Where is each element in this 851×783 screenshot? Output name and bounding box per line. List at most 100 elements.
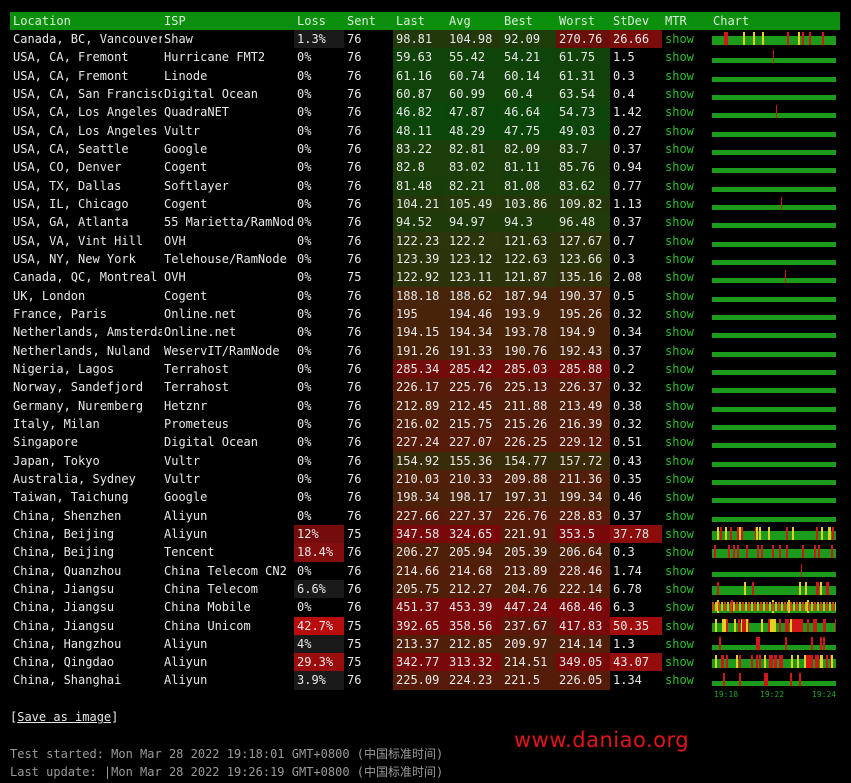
mtr-show-link[interactable]: show	[662, 397, 710, 415]
header-last[interactable]: Last	[393, 12, 446, 30]
cell-avg: 225.76	[446, 378, 501, 397]
cell-best: 204.76	[501, 579, 556, 599]
mtr-show-link[interactable]: show	[662, 342, 710, 360]
table-row: China, Hangzhou Aliyun 4% 75 213.37 212.85 209…	[10, 634, 840, 654]
header-loss[interactable]: Loss	[294, 12, 344, 30]
mtr-show-link[interactable]: show	[662, 470, 710, 488]
cell-best: 215.26	[501, 414, 556, 434]
mtr-show-link[interactable]: show	[662, 287, 710, 305]
cell-stdev: 0.32	[613, 380, 642, 395]
cell-last: 83.22	[393, 139, 446, 159]
mtr-show-link[interactable]: show	[662, 671, 710, 689]
latency-chart	[710, 580, 840, 598]
mtr-show-link[interactable]: show	[662, 525, 710, 543]
mtr-show-link[interactable]: show	[662, 48, 710, 66]
header-sent[interactable]: Sent	[344, 12, 393, 30]
cell-sent: 76	[347, 123, 362, 138]
mtr-show-link[interactable]: show	[662, 323, 710, 341]
cell-last: 214.66	[393, 561, 446, 580]
table-row: USA, IL, Chicago Cogent 0% 76 104.21 105.49 10…	[10, 194, 840, 214]
cell-worst: 226.05	[556, 671, 610, 690]
cell-best: 225.13	[501, 378, 556, 397]
header-isp[interactable]: ISP	[161, 12, 293, 30]
table-row: China, Beijing Aliyun 12% 75 347.58 324.65 221…	[10, 524, 840, 544]
mtr-show-link[interactable]: show	[662, 122, 710, 140]
mtr-show-link[interactable]: show	[662, 250, 710, 268]
mtr-show-link[interactable]: show	[662, 195, 710, 213]
mtr-show-link[interactable]: show	[662, 598, 710, 616]
cell-avg: 94.97	[446, 213, 501, 232]
header-avg[interactable]: Avg	[446, 12, 501, 30]
cell-isp: China Telecom CN2	[164, 563, 287, 578]
mtr-show-link[interactable]: show	[662, 232, 710, 250]
mtr-show-link[interactable]: show	[662, 562, 710, 580]
cell-isp: QuadraNET	[164, 105, 230, 120]
mtr-show-link[interactable]: show	[662, 433, 710, 451]
cell-avg: 224.23	[446, 671, 501, 690]
cell-loss: 0%	[297, 270, 312, 285]
table-row: China, Shanghai Aliyun 3.9% 76 225.09 224.23 2…	[10, 671, 840, 690]
cell-loss: 0%	[297, 380, 312, 395]
mtr-show-link[interactable]: show	[662, 507, 710, 525]
save-as-image-link[interactable]: [Save as image]	[10, 710, 118, 724]
cell-best: 209.88	[501, 469, 556, 489]
mtr-show-link[interactable]: show	[662, 67, 710, 85]
latency-chart	[710, 525, 840, 543]
cell-last: 342.77	[393, 653, 446, 672]
cell-last: 347.58	[393, 524, 446, 544]
table-row: USA, TX, Dallas Softlayer 0% 76 81.48 82.21 81…	[10, 176, 840, 195]
cell-worst: 190.37	[556, 286, 610, 305]
mtr-show-link[interactable]: show	[662, 378, 710, 396]
mtr-show-link[interactable]: show	[662, 268, 710, 286]
mtr-show-link[interactable]: show	[662, 580, 710, 598]
header-location[interactable]: Location	[10, 12, 162, 30]
mtr-show-link[interactable]: show	[662, 158, 710, 176]
mtr-show-link[interactable]: show	[662, 635, 710, 653]
mtr-show-link[interactable]: show	[662, 103, 710, 121]
latency-chart	[710, 85, 840, 103]
cell-last: 227.24	[393, 433, 446, 452]
mtr-show-link[interactable]: show	[662, 85, 710, 103]
cell-sent: 75	[347, 618, 362, 633]
header-best[interactable]: Best	[501, 12, 556, 30]
mtr-show-link[interactable]: show	[662, 140, 710, 158]
mtr-show-link[interactable]: show	[662, 177, 710, 195]
latency-chart	[710, 470, 840, 488]
table-row: USA, VA, Vint Hill OVH 0% 76 122.23 122.2 121.…	[10, 231, 840, 250]
cell-sent: 76	[347, 196, 362, 211]
cell-loss: 0%	[297, 50, 312, 65]
cell-best: 94.3	[501, 213, 556, 232]
mtr-show-link[interactable]: show	[662, 415, 710, 433]
mtr-show-link[interactable]: show	[662, 488, 710, 506]
latency-chart	[710, 323, 840, 341]
cell-worst: 83.62	[556, 176, 610, 195]
cell-isp: Aliyun	[164, 526, 208, 541]
mtr-show-link[interactable]: show	[662, 543, 710, 561]
cell-location: Nigeria, Lagos	[13, 361, 115, 376]
cell-stdev: 1.42	[613, 105, 642, 120]
header-worst[interactable]: Worst	[556, 12, 610, 30]
cell-best: 237.67	[501, 616, 556, 635]
cell-loss: 0%	[297, 251, 312, 266]
header-stdev[interactable]: StDev	[610, 12, 662, 30]
mtr-show-link[interactable]: show	[662, 452, 710, 470]
cell-loss: 0%	[297, 105, 312, 120]
mtr-show-link[interactable]: show	[662, 30, 710, 48]
mtr-show-link[interactable]: show	[662, 617, 710, 635]
cell-loss: 0%	[297, 361, 312, 376]
cell-stdev: 2.08	[613, 270, 642, 285]
chart-tick-3: 19:24	[812, 690, 837, 699]
cell-stdev: 37.78	[610, 524, 662, 544]
mtr-show-link[interactable]: show	[662, 305, 710, 323]
cell-sent: 76	[347, 435, 362, 450]
mtr-show-link[interactable]: show	[662, 213, 710, 231]
cell-stdev: 1.74	[613, 563, 642, 578]
save-as-image-label[interactable]: Save as image	[17, 710, 111, 724]
mtr-show-link[interactable]: show	[662, 360, 710, 378]
latency-chart	[710, 617, 840, 635]
cell-loss: 0%	[297, 123, 312, 138]
latency-chart	[710, 287, 840, 305]
cell-stdev: 0.51	[613, 435, 642, 450]
mtr-show-link[interactable]: show	[662, 653, 710, 671]
cell-sent: 76	[347, 306, 362, 321]
